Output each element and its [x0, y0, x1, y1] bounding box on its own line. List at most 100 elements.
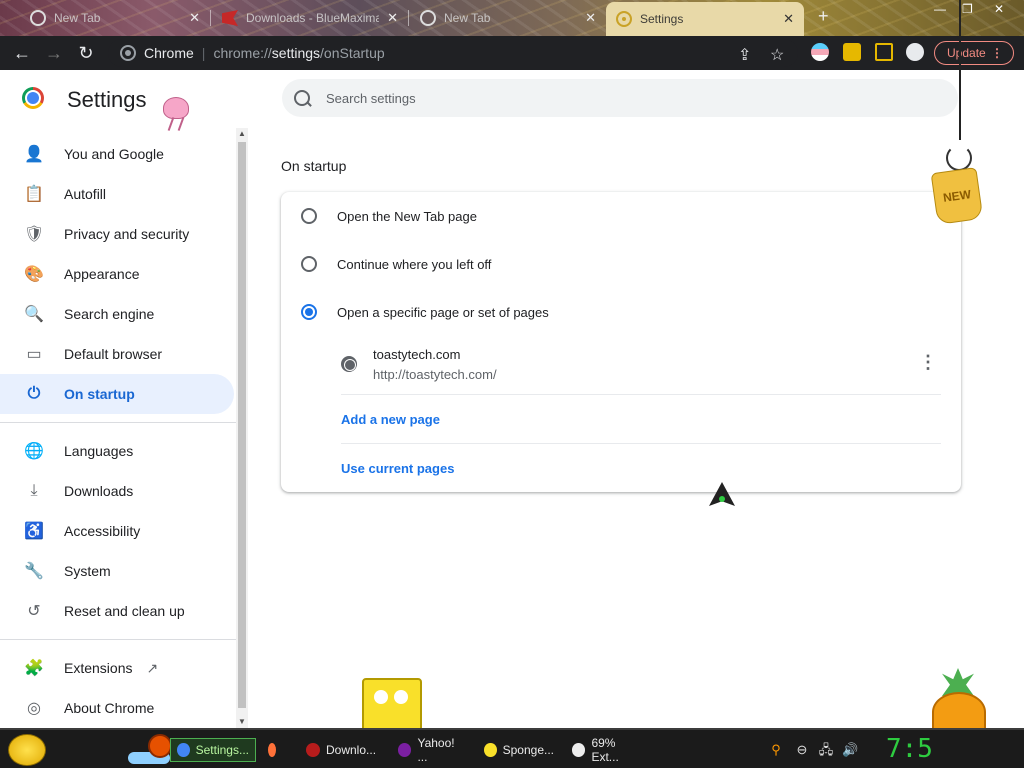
scroll-thumb[interactable] [238, 142, 246, 708]
sidebar-item-autofill[interactable]: 📋 Autofill [0, 174, 234, 214]
scroll-up-arrow[interactable]: ▲ [236, 128, 248, 140]
sidebar-item-you-and-google[interactable]: 👤 You and Google [0, 134, 234, 174]
sidebar-item-about-chrome[interactable]: ◎ About Chrome [0, 688, 234, 728]
volume-tray-icon[interactable]: 🔊 [842, 742, 858, 758]
taskbar-item-yahoo[interactable]: Yahoo! ... [392, 736, 472, 764]
tab-downloads[interactable]: Downloads - BlueMaxima ✕ [212, 4, 408, 32]
startup-page-entry: toastytech.com http://toastytech.com/ ⋮ [341, 342, 941, 386]
radio-button[interactable] [301, 208, 317, 224]
sidebar-item-search-engine[interactable]: 🔍 Search engine [0, 294, 234, 334]
sidebar-item-downloads[interactable]: ⤓ Downloads [0, 471, 234, 511]
pineapple-body [932, 692, 986, 732]
close-icon[interactable]: ✕ [585, 10, 596, 26]
sidebar-item-extensions[interactable]: 🧩 Extensions ↗ [0, 648, 234, 688]
share-icon[interactable]: ⇪ [738, 45, 751, 65]
minimize-button[interactable]: — [934, 2, 946, 16]
taskbar-item-chrome[interactable]: Settings... [170, 738, 256, 762]
startup-options-card: Open the New Tab page Continue where you… [281, 192, 961, 492]
network-tray-icon[interactable]: 🖧 [818, 742, 834, 758]
tab-settings[interactable]: Settings ✕ [606, 2, 804, 36]
download-app-icon [306, 743, 320, 757]
address-bar[interactable]: Chrome | chrome:// settings /onStartup ⇪… [108, 39, 798, 67]
sidebar-item-label: Downloads [64, 483, 134, 499]
sidebar-item-system[interactable]: 🔧 System [0, 551, 234, 591]
close-icon[interactable]: ✕ [783, 11, 794, 27]
side-panel-icon[interactable] [875, 43, 893, 61]
search-icon [294, 90, 310, 106]
clock[interactable]: 7:5 [886, 734, 933, 764]
7zip-icon [572, 743, 586, 757]
option-label: Open a specific page or set of pages [337, 304, 549, 320]
startup-page-name: toastytech.com [373, 347, 461, 362]
search-icon: 🔍 [24, 306, 44, 323]
option-continue[interactable]: Continue where you left off [301, 252, 491, 276]
settings-gear-icon [616, 11, 632, 27]
bookmark-star-icon[interactable]: ☆ [770, 45, 784, 65]
taskbar-item-spongebob[interactable]: Sponge... [478, 738, 560, 762]
chrome-menu-icon[interactable]: ⋮ [991, 46, 1003, 60]
tab-new-tab-1[interactable]: New Tab ✕ [20, 4, 210, 32]
minus-tray-icon[interactable]: ⊖ [794, 742, 810, 758]
jellyfish-tentacle [167, 117, 175, 131]
tab-title: Settings [640, 12, 684, 26]
option-specific-pages[interactable]: Open a specific page or set of pages [301, 300, 549, 324]
search-settings-box[interactable]: Search settings [282, 79, 958, 117]
card-divider [341, 443, 941, 444]
maximize-button[interactable]: ❐ [962, 2, 973, 16]
account-avatar-icon[interactable] [906, 43, 924, 61]
more-actions-icon[interactable]: ⋮ [919, 352, 937, 373]
puzzle-icon: 🧩 [24, 660, 44, 677]
option-label: Open the New Tab page [337, 208, 477, 224]
taskbar-item-7zip[interactable]: 69% Ext... [566, 736, 650, 764]
accessibility-icon: ♿ [24, 523, 44, 540]
tab-new-tab-2[interactable]: New Tab ✕ [410, 4, 606, 32]
search-tray-icon[interactable]: ⚲ [768, 742, 784, 758]
add-new-page-link[interactable]: Add a new page [341, 412, 440, 427]
sidebar-item-reset-and-clean-up[interactable]: ↺ Reset and clean up [0, 591, 234, 631]
sidebar-item-accessibility[interactable]: ♿ Accessibility [0, 511, 234, 551]
tab-separator [210, 10, 211, 26]
profile-flag-icon[interactable] [811, 43, 829, 61]
window-close-button[interactable]: ✕ [994, 2, 1004, 16]
card-divider [341, 394, 941, 395]
taskbar-item-download-app[interactable]: Downlo... [300, 738, 384, 762]
close-icon[interactable]: ✕ [387, 10, 398, 26]
taskbar-item-firefox[interactable] [262, 738, 288, 762]
close-icon[interactable]: ✕ [189, 10, 200, 26]
reload-button[interactable]: ↻ [70, 37, 102, 69]
forward-button[interactable]: → [38, 37, 70, 69]
nav-divider [0, 639, 236, 640]
tab-title: New Tab [444, 11, 491, 25]
extensions-puzzle-icon[interactable] [843, 43, 861, 61]
download-icon: ⤓ [30, 482, 38, 499]
new-tab-button[interactable]: + [818, 6, 829, 27]
sidebar-item-languages[interactable]: 🌐 Languages [0, 431, 234, 471]
update-button[interactable]: Update ⋮ [934, 41, 1014, 65]
back-button[interactable]: ← [6, 37, 38, 69]
start-button[interactable] [8, 734, 46, 766]
section-title: On startup [281, 158, 347, 174]
url-path: /onStartup [320, 45, 385, 61]
radio-button[interactable] [301, 256, 317, 272]
page-title: Settings [67, 87, 147, 112]
radio-button-selected[interactable] [301, 304, 317, 320]
use-current-pages-link[interactable]: Use current pages [341, 461, 454, 476]
sidebar-scrollbar[interactable]: ▲ ▼ [236, 128, 248, 728]
sidebar-item-privacy-and-security[interactable]: 🛡 Privacy and security [0, 214, 234, 254]
globe-icon: 🌐 [24, 443, 44, 460]
firefox-icon [268, 743, 276, 757]
person-icon: 👤 [24, 146, 44, 163]
new-badge-decoration: NEW [930, 167, 984, 225]
sidebar-item-on-startup[interactable]: ⏻ On startup [0, 374, 234, 414]
sidebar-item-default-browser[interactable]: ▭ Default browser [0, 334, 234, 374]
search-input[interactable]: Search settings [326, 91, 416, 106]
taskbar-item-label: Settings... [195, 743, 249, 757]
option-new-tab[interactable]: Open the New Tab page [301, 204, 477, 228]
chrome-page-icon [120, 45, 136, 61]
sidebar-item-appearance[interactable]: 🎨 Appearance [0, 254, 234, 294]
browser-toolbar: ← → ↻ Chrome | chrome:// settings /onSta… [0, 36, 1024, 70]
sidebar-item-label: Reset and clean up [64, 603, 185, 619]
scroll-down-arrow[interactable]: ▼ [236, 716, 248, 728]
external-link-icon[interactable]: ↗ [146, 660, 158, 677]
sidebar-item-label: On startup [64, 386, 135, 402]
